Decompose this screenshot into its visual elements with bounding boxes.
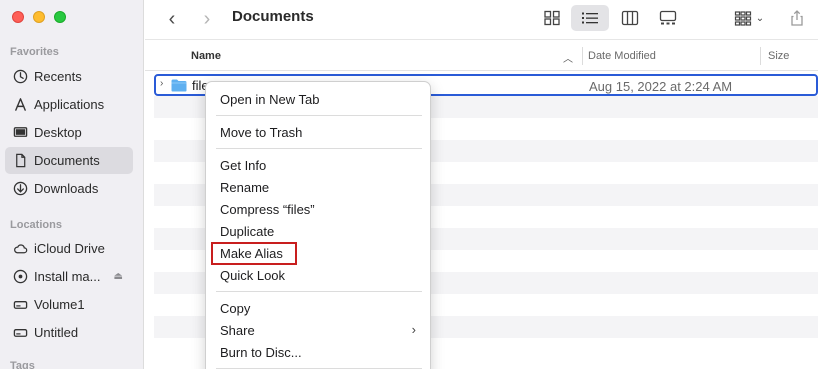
grid-icon xyxy=(544,10,560,26)
sidebar-item-recents[interactable]: Recents xyxy=(5,63,133,90)
eject-icon[interactable]: ⏏ xyxy=(114,271,123,282)
disclosure-chevron-icon[interactable]: › xyxy=(160,78,163,89)
context-menu: Open in New Tab Move to Trash Get Info R… xyxy=(205,81,431,369)
chevron-left-icon: ‹ xyxy=(168,7,176,30)
sidebar-item-label: iCloud Drive xyxy=(34,241,105,256)
menu-item-move-to-trash[interactable]: Move to Trash xyxy=(220,125,302,140)
menu-separator xyxy=(216,291,422,292)
sidebar-item-label: Desktop xyxy=(34,125,82,140)
columns-icon xyxy=(621,10,639,26)
menu-item-get-info[interactable]: Get Info xyxy=(220,158,266,173)
drive-icon xyxy=(12,297,28,313)
share-icon xyxy=(791,10,803,26)
sidebar-item-volume1[interactable]: Volume1 xyxy=(5,291,133,318)
download-icon xyxy=(12,181,28,197)
size-column-header[interactable]: Size xyxy=(768,50,789,62)
disk-icon xyxy=(12,269,28,285)
folder-icon xyxy=(171,79,187,92)
icon-view-button[interactable] xyxy=(537,5,567,31)
column-view-button[interactable] xyxy=(614,5,646,31)
menu-item-rename[interactable]: Rename xyxy=(220,180,269,195)
group-grid-icon xyxy=(734,11,751,26)
document-icon xyxy=(12,153,28,169)
sidebar-item-label: Applications xyxy=(34,97,105,112)
favorites-section-title: Favorites xyxy=(10,46,59,58)
desktop-icon xyxy=(12,125,28,141)
menu-item-duplicate[interactable]: Duplicate xyxy=(220,224,274,239)
window-controls xyxy=(12,11,66,23)
menu-item-compress[interactable]: Compress “files” xyxy=(220,202,315,217)
sidebar-item-label: Recents xyxy=(34,69,82,84)
sidebar: Favorites Recents Applications Desktop D… xyxy=(0,0,144,369)
zoom-window-button[interactable] xyxy=(54,11,66,23)
window-title: Documents xyxy=(232,8,314,25)
cloud-icon xyxy=(12,241,28,257)
column-divider[interactable] xyxy=(582,47,583,65)
column-divider[interactable] xyxy=(760,47,761,65)
sidebar-item-applications[interactable]: Applications xyxy=(5,91,133,118)
drive-icon xyxy=(12,325,28,341)
sidebar-item-untitled[interactable]: Untitled xyxy=(5,319,133,346)
share-button[interactable] xyxy=(784,5,810,31)
back-button[interactable]: ‹ xyxy=(162,7,182,31)
close-window-button[interactable] xyxy=(12,11,24,23)
menu-separator xyxy=(216,148,422,149)
sidebar-item-label: Volume1 xyxy=(34,297,85,312)
menu-item-burn-to-disc[interactable]: Burn to Disc... xyxy=(220,345,302,360)
clock-icon xyxy=(12,69,28,85)
chevron-down-icon: ⌄ xyxy=(755,12,765,24)
date-modified-column-header[interactable]: Date Modified xyxy=(588,50,656,62)
submenu-chevron-icon: › xyxy=(411,322,416,337)
sidebar-item-install-macos[interactable]: Install ma... ⏏ xyxy=(5,263,133,290)
menu-item-quick-look[interactable]: Quick Look xyxy=(220,268,285,283)
sidebar-item-label: Downloads xyxy=(34,181,99,196)
sidebar-item-label: Untitled xyxy=(34,325,79,340)
list-icon xyxy=(582,12,598,24)
sidebar-item-icloud-drive[interactable]: iCloud Drive xyxy=(5,235,133,262)
sort-chevron-up-icon[interactable]: ︿ xyxy=(563,50,573,65)
tags-section-title: Tags xyxy=(10,360,35,369)
file-date-modified: Aug 15, 2022 at 2:24 AM xyxy=(589,79,733,94)
menu-separator xyxy=(216,115,422,116)
locations-section-title: Locations xyxy=(10,219,62,231)
applications-icon xyxy=(12,97,28,113)
name-column-header[interactable]: Name xyxy=(191,50,221,62)
menu-item-copy[interactable]: Copy xyxy=(220,301,250,316)
list-view-button[interactable] xyxy=(571,5,609,31)
gallery-icon xyxy=(659,10,677,25)
gallery-view-button[interactable] xyxy=(652,5,684,31)
minimize-window-button[interactable] xyxy=(33,11,45,23)
group-by-button[interactable]: ⌄ xyxy=(728,5,770,31)
sidebar-item-label: Documents xyxy=(34,153,100,168)
sidebar-item-label: Install ma... xyxy=(34,269,101,284)
forward-button[interactable]: › xyxy=(197,7,217,31)
menu-item-open-in-new-tab[interactable]: Open in New Tab xyxy=(220,92,320,107)
column-header: Name ︿ Date Modified Size xyxy=(145,41,818,71)
sidebar-item-desktop[interactable]: Desktop xyxy=(5,119,133,146)
menu-item-share[interactable]: Share xyxy=(220,323,255,338)
toolbar: ‹ › Documents ⌄ xyxy=(145,0,818,40)
chevron-right-icon: › xyxy=(203,7,211,30)
menu-item-make-alias[interactable]: Make Alias xyxy=(220,246,283,261)
sidebar-item-downloads[interactable]: Downloads xyxy=(5,175,133,202)
sidebar-item-documents[interactable]: Documents xyxy=(5,147,133,174)
